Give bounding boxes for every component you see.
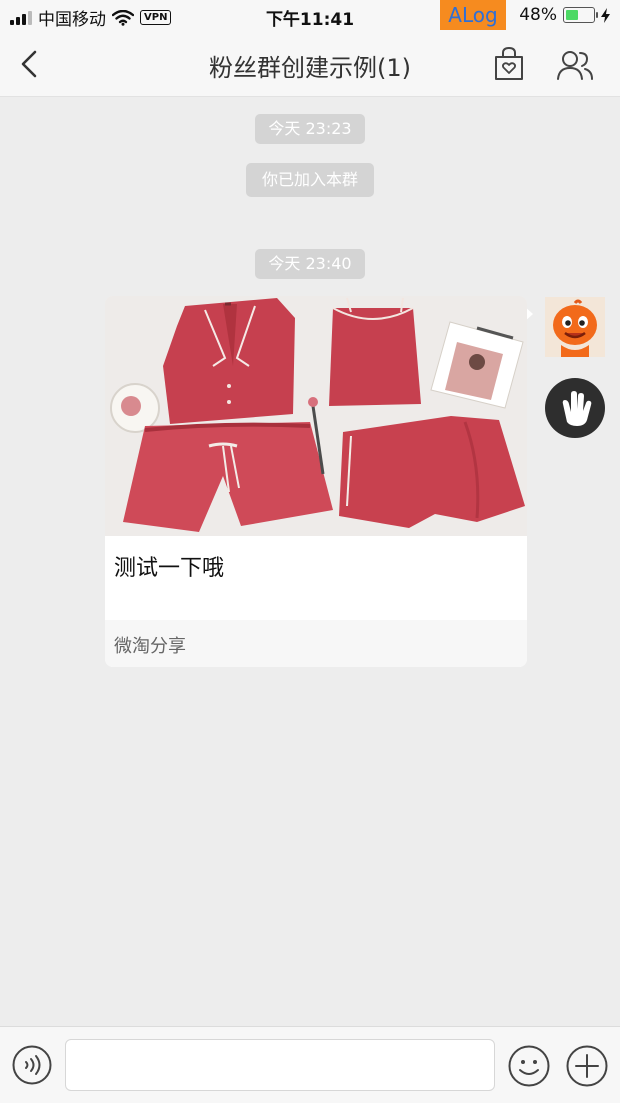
timestamp-label: 今天 23:40 <box>255 249 365 279</box>
message-input[interactable] <box>65 1039 495 1091</box>
shopping-bag-heart-icon[interactable] <box>492 46 526 82</box>
card-source-label: 微淘分享 <box>114 636 186 657</box>
alog-badge[interactable]: ALog <box>440 0 506 30</box>
emoji-icon[interactable] <box>508 1045 550 1087</box>
navigation-bar: 粉丝群创建示例(1) <box>0 32 620 97</box>
raise-hand-button[interactable] <box>545 378 605 438</box>
input-bar <box>0 1026 620 1103</box>
status-right: 48% <box>519 5 610 25</box>
voice-input-icon[interactable] <box>12 1045 52 1085</box>
battery-percent: 48% <box>519 5 557 25</box>
card-title: 测试一下哦 <box>114 556 225 581</box>
product-image[interactable] <box>105 296 527 536</box>
system-message: 你已加入本群 <box>246 163 374 197</box>
plus-icon[interactable] <box>566 1045 608 1087</box>
timestamp-label: 今天 23:23 <box>255 114 365 144</box>
status-bar: 中国移动 VPN 下午11:41 ALog 48% <box>0 0 620 32</box>
battery-fill <box>566 10 578 20</box>
hand-icon <box>562 391 592 426</box>
card-footer: 微淘分享 <box>105 620 527 667</box>
share-card[interactable]: 测试一下哦 微淘分享 <box>105 296 527 667</box>
user-avatar[interactable] <box>545 297 605 357</box>
battery-icon <box>563 7 598 23</box>
page-title: 粉丝群创建示例(1) <box>209 54 411 82</box>
group-members-icon[interactable] <box>556 48 594 82</box>
charging-bolt-icon <box>601 7 610 23</box>
